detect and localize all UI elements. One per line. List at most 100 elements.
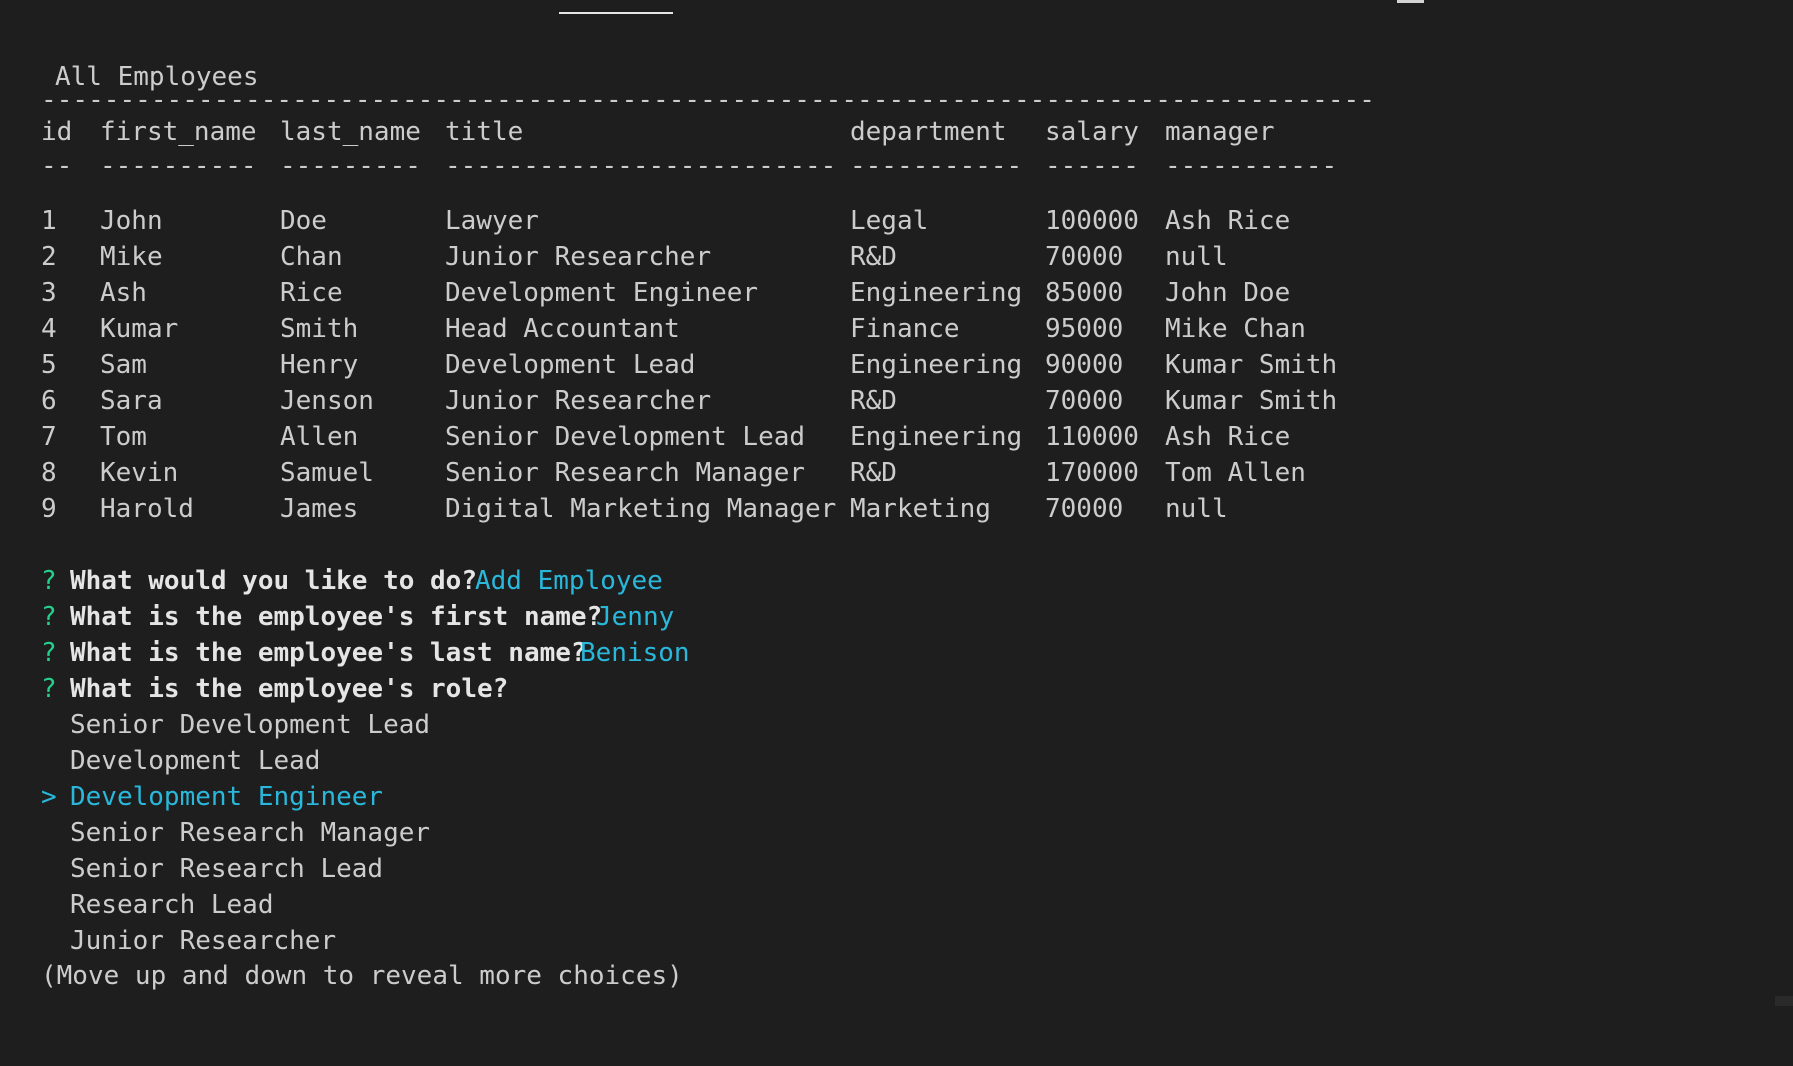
- table-row: 6 Sara Jenson Junior Researcher R&D 70000 Kuma…: [0, 383, 1793, 419]
- cell-salary: 70000: [1045, 386, 1124, 416]
- choices-hint: (Move up and down to reveal more choices…: [41, 961, 683, 991]
- prompt-answer: Add Employee: [475, 566, 663, 596]
- cell-id: 2: [41, 242, 57, 272]
- column-underline: ----------: [100, 151, 257, 181]
- role-choice-label: Senior Research Manager: [70, 818, 431, 848]
- column-header-first-name: first_name: [100, 117, 257, 147]
- cell-last-name: Samuel: [280, 458, 374, 488]
- role-choice-label: Junior Researcher: [70, 926, 337, 956]
- prompt-question: What would you like to do?: [70, 566, 477, 596]
- table-header-row: id first_name last_name title department…: [0, 114, 1793, 150]
- cell-salary: 100000: [1045, 206, 1139, 236]
- cell-department: R&D: [850, 242, 897, 272]
- question-mark-icon: ?: [41, 674, 57, 704]
- cell-salary: 95000: [1045, 314, 1124, 344]
- prompt-question: What is the employee's last name?: [70, 638, 587, 668]
- table-header-underline-row: -- ---------- --------- ----------------…: [0, 148, 1793, 184]
- cell-manager: Ash Rice: [1165, 206, 1291, 236]
- cell-id: 6: [41, 386, 57, 416]
- cell-last-name: James: [280, 494, 359, 524]
- role-choice-option[interactable]: Senior Development Lead: [0, 707, 1793, 743]
- cell-title: Digital Marketing Manager: [445, 494, 837, 524]
- cell-title: Senior Development Lead: [445, 422, 806, 452]
- cell-last-name: Chan: [280, 242, 343, 272]
- prompt-question: What is the employee's first name?: [70, 602, 603, 632]
- resize-corner: [1775, 996, 1793, 1006]
- table-row: 9 Harold James Digital Marketing Manager Mar…: [0, 491, 1793, 527]
- terminal-output[interactable]: All Employees --------------------------…: [0, 0, 1793, 1006]
- table-row: 3 Ash Rice Development Engineer Engineering 8…: [0, 275, 1793, 311]
- cell-first-name: Tom: [100, 422, 147, 452]
- column-header-department: department: [850, 117, 1007, 147]
- cell-manager: Ash Rice: [1165, 422, 1291, 452]
- cell-first-name: Kumar: [100, 314, 179, 344]
- cell-salary: 70000: [1045, 242, 1124, 272]
- cell-department: Engineering: [850, 422, 1023, 452]
- cell-first-name: John: [100, 206, 163, 236]
- cell-department: Finance: [850, 314, 960, 344]
- column-header-last-name: last_name: [280, 117, 421, 147]
- choices-hint-line: (Move up and down to reveal more choices…: [0, 958, 1793, 994]
- role-choice-option[interactable]: > Development Engineer: [0, 779, 1793, 815]
- column-header-id: id: [41, 117, 73, 147]
- table-row: 5 Sam Henry Development Lead Engineering 9000…: [0, 347, 1793, 383]
- column-underline: ---------: [280, 151, 421, 181]
- role-choice-option[interactable]: Junior Researcher: [0, 923, 1793, 959]
- cell-manager: Tom Allen: [1165, 458, 1306, 488]
- role-choice-option[interactable]: Development Lead: [0, 743, 1793, 779]
- role-choice-option[interactable]: Research Lead: [0, 887, 1793, 923]
- role-choice-label: Development Lead: [70, 746, 321, 776]
- cell-last-name: Doe: [280, 206, 327, 236]
- cell-department: R&D: [850, 458, 897, 488]
- role-choice-label: Senior Development Lead: [70, 710, 431, 740]
- cell-department: R&D: [850, 386, 897, 416]
- table-rule: ----------------------------------------…: [41, 85, 1375, 115]
- prompt-answer: Benison: [580, 638, 690, 668]
- column-underline: ------: [1045, 151, 1139, 181]
- cell-id: 4: [41, 314, 57, 344]
- role-choice-option[interactable]: Senior Research Lead: [0, 851, 1793, 887]
- cell-last-name: Henry: [280, 350, 359, 380]
- cell-department: Legal: [850, 206, 929, 236]
- cell-first-name: Sam: [100, 350, 147, 380]
- cell-manager: Kumar Smith: [1165, 386, 1338, 416]
- cell-title: Junior Researcher: [445, 242, 712, 272]
- cell-title: Development Lead: [445, 350, 696, 380]
- prompt-question: What is the employee's role?: [70, 674, 509, 704]
- cell-first-name: Harold: [100, 494, 194, 524]
- cell-salary: 170000: [1045, 458, 1139, 488]
- cell-title: Senior Research Manager: [445, 458, 806, 488]
- column-header-manager: manager: [1165, 117, 1275, 147]
- cell-title: Head Accountant: [445, 314, 680, 344]
- cell-first-name: Kevin: [100, 458, 179, 488]
- cell-manager: John Doe: [1165, 278, 1291, 308]
- cell-salary: 110000: [1045, 422, 1139, 452]
- role-choice-label: Development Engineer: [70, 782, 384, 812]
- prompt-answer: Jenny: [596, 602, 675, 632]
- table-row: 4 Kumar Smith Head Accountant Finance 95000 Mi…: [0, 311, 1793, 347]
- cell-last-name: Smith: [280, 314, 359, 344]
- cell-last-name: Jenson: [280, 386, 374, 416]
- table-row: 1 John Doe Lawyer Legal 100000 Ash Rice: [0, 203, 1793, 239]
- cell-manager: null: [1165, 494, 1228, 524]
- column-underline: --: [41, 151, 73, 181]
- cell-department: Engineering: [850, 350, 1023, 380]
- question-mark-icon: ?: [41, 566, 57, 596]
- column-underline: -------------------------: [445, 151, 837, 181]
- question-mark-icon: ?: [41, 602, 57, 632]
- cell-manager: Kumar Smith: [1165, 350, 1338, 380]
- cell-first-name: Sara: [100, 386, 163, 416]
- cell-salary: 90000: [1045, 350, 1124, 380]
- cell-first-name: Mike: [100, 242, 163, 272]
- role-choice-label: Research Lead: [70, 890, 274, 920]
- cell-department: Engineering: [850, 278, 1023, 308]
- cell-department: Marketing: [850, 494, 991, 524]
- cell-id: 7: [41, 422, 57, 452]
- table-row: 8 Kevin Samuel Senior Research Manager R&D 17…: [0, 455, 1793, 491]
- selection-pointer-icon: >: [41, 782, 57, 812]
- column-underline: -----------: [850, 151, 1023, 181]
- cell-title: Lawyer: [445, 206, 539, 236]
- table-row: 2 Mike Chan Junior Researcher R&D 70000 null: [0, 239, 1793, 275]
- cell-id: 5: [41, 350, 57, 380]
- role-choice-option[interactable]: Senior Research Manager: [0, 815, 1793, 851]
